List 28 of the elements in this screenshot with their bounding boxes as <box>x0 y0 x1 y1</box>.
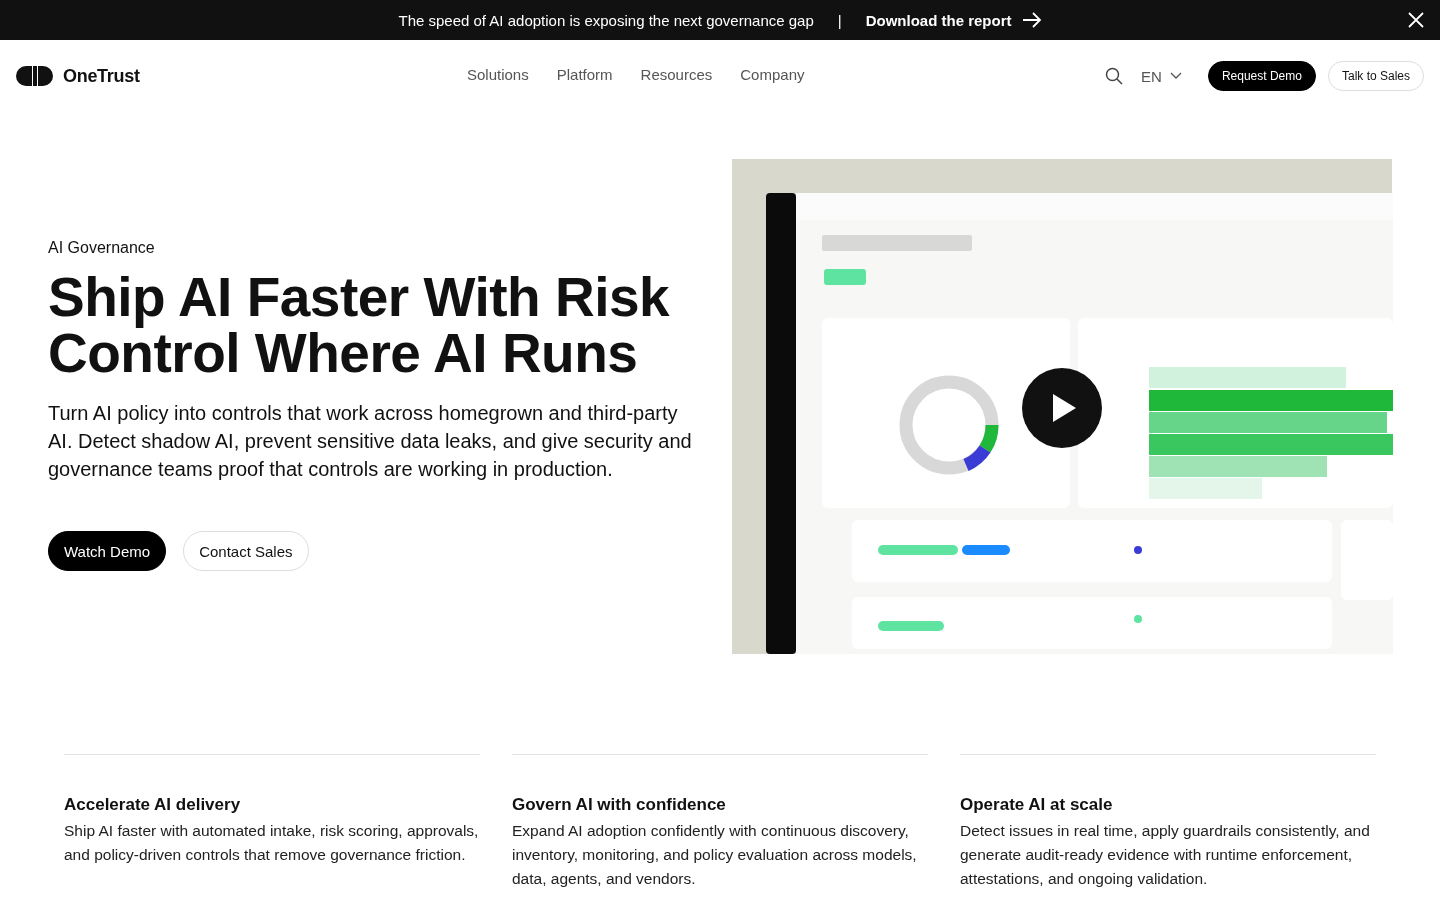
feature-description: Detect issues in real time, apply guardrails consistently, and generate audit-ready evidence with runtime enforcement, attestations, and ongoing validation. <box>960 821 1371 889</box>
feature-title: Operate AI at scale <box>960 795 1114 815</box>
play-button-icon[interactable] <box>1022 368 1102 448</box>
nav-link[interactable]: Resources <box>640 66 713 83</box>
banner-message: The speed of AI adoption is exposing the next governance gap <box>398 11 814 29</box>
hero-title: Ship AI Faster With Risk Control Where AI Runs <box>48 269 671 381</box>
language-selector[interactable]: EN <box>1141 67 1182 85</box>
download-report-link[interactable]: Download the report <box>865 11 1042 29</box>
eyebrow-label: AI Governance <box>48 239 156 257</box>
search-icon[interactable] <box>1105 67 1124 85</box>
talk-to-sales-button[interactable]: Talk to Sales <box>1327 61 1424 91</box>
feature-title: Govern AI with confidence <box>512 795 727 815</box>
close-icon[interactable] <box>1408 12 1424 28</box>
nav-link[interactable]: Company <box>740 66 805 83</box>
feature-description: Expand AI adoption confidently with continuous discovery, inventory, monitoring, and policy evaluation across models, data, agents, and vendors. <box>512 821 918 889</box>
banner-separator: | <box>837 11 842 29</box>
feature-title: Accelerate AI delivery <box>64 795 242 815</box>
hero-description: Turn AI policy into controls that work across homegrown and third-party AI. Detect shadow AI, prevent sensitive data leaks, and give security and governance teams proof that controls are working in production. <box>48 401 693 482</box>
watch-demo-button[interactable]: Watch Demo <box>48 531 167 571</box>
logo-icon[interactable] <box>16 66 53 86</box>
feature-description: Ship AI faster with automated intake, risk scoring, approvals, and policy-driven controls that remove governance friction. <box>64 821 480 865</box>
request-demo-button[interactable]: Request Demo <box>1207 61 1316 91</box>
arrow-right-icon <box>1021 12 1042 28</box>
nav-link[interactable]: Platform <box>556 66 613 83</box>
nav-link[interactable]: Solutions <box>467 66 529 83</box>
caret-icon <box>1169 72 1182 80</box>
contact-sales-button[interactable]: Contact Sales <box>183 531 309 571</box>
brand-name[interactable]: OneTrust <box>63 65 140 87</box>
